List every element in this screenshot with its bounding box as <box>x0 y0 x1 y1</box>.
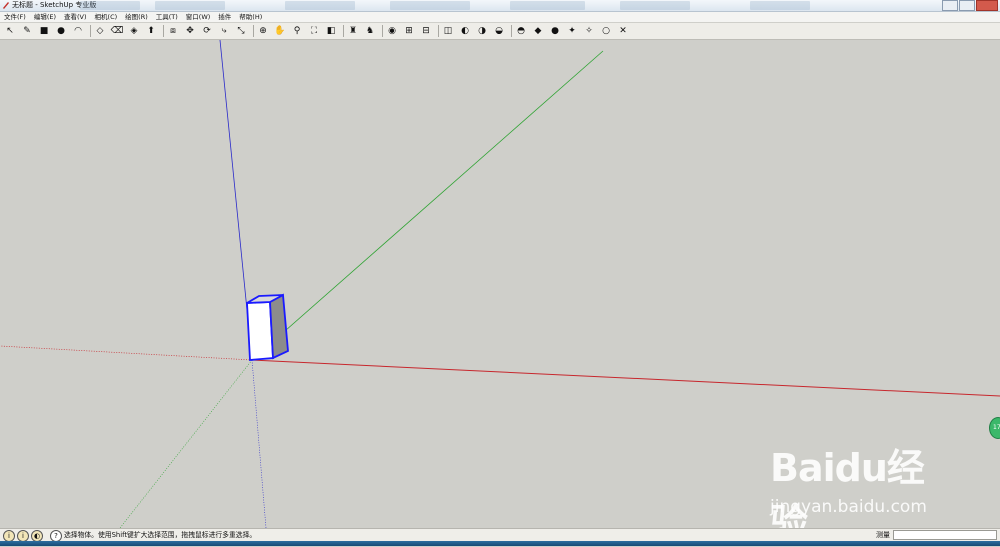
push-pull-icon[interactable]: ⬆ <box>145 25 157 37</box>
windows-taskbar <box>0 541 1000 546</box>
box-front-face <box>246 301 274 361</box>
menu-help[interactable]: 帮助(H) <box>235 12 266 22</box>
share-model-icon[interactable]: ◒ <box>493 25 505 37</box>
scale-icon[interactable]: ⤡ <box>235 25 247 37</box>
hidden-line-icon[interactable]: ○ <box>600 25 612 37</box>
status-hint: 选择物体。使用Shift键扩大选择范围，拖拽鼠标进行多重选择。 <box>64 531 257 539</box>
menu-file[interactable]: 文件(F) <box>0 12 30 22</box>
toolbar-separator <box>511 25 512 37</box>
red-axis-negative <box>0 345 253 361</box>
green-axis-positive <box>251 50 604 361</box>
axes-icon[interactable]: ✕ <box>617 25 629 37</box>
menu-camera[interactable]: 相机(C) <box>91 12 122 22</box>
toolbar-separator <box>163 25 164 37</box>
zoom-icon[interactable]: ⚲ <box>291 25 303 37</box>
baidu-watermark: Baidu经验 jingyan.baidu.com <box>770 437 950 545</box>
green-axis-negative <box>119 359 253 528</box>
move-icon[interactable]: ✥ <box>184 25 196 37</box>
toolbar-separator <box>438 25 439 37</box>
make-component-icon[interactable]: ◇ <box>94 25 106 37</box>
position-camera-icon[interactable]: ♜ <box>347 25 359 37</box>
menu-tools[interactable]: 工具(T) <box>152 12 182 22</box>
section-plane-icon[interactable]: ◫ <box>442 25 454 37</box>
menu-view[interactable]: 查看(V) <box>60 12 91 22</box>
toolbar-separator <box>382 25 383 37</box>
walk-icon[interactable]: ♞ <box>364 25 376 37</box>
menu-draw[interactable]: 绘图(R) <box>121 12 152 22</box>
follow-me-icon[interactable]: ⤷ <box>218 25 230 37</box>
window-controls <box>942 0 998 11</box>
previous-view-icon[interactable]: ◧ <box>325 25 337 37</box>
menu-window[interactable]: 窗口(W) <box>182 12 215 22</box>
menu-edit[interactable]: 编辑(E) <box>30 12 60 22</box>
google-earth-icon[interactable]: ◐ <box>459 25 471 37</box>
zoom-extents-icon[interactable]: ⛶ <box>308 25 320 37</box>
look-around-icon[interactable]: ◉ <box>386 25 398 37</box>
dimension-icon[interactable]: ⊟ <box>420 25 432 37</box>
toolbar-separator <box>253 25 254 37</box>
floating-widget-badge[interactable]: 17 <box>989 417 1000 439</box>
shadow-icon[interactable]: ✦ <box>566 25 578 37</box>
sketchup-app-icon <box>3 2 9 9</box>
main-toolbar: ↖ ✎ ■ ● ◠ ◇ ⌫ ◈ ⬆ ⧈ ✥ ⟳ ⤷ ⤡ ⊕ ✋ ⚲ ⛶ ◧ ♜ ♞ ◉ ⊞ ⊟ ◫ ◐ ◑ ◒ ◓ ◆ ● ✦ ✧ ○ ✕ <box>0 23 1000 40</box>
watermark-url: jingyan.baidu.com <box>770 497 927 517</box>
pan-hand-icon[interactable]: ✋ <box>274 25 286 37</box>
arc-icon[interactable]: ◠ <box>72 25 84 37</box>
paint-bucket-icon[interactable]: ◈ <box>128 25 140 37</box>
background-taskbar-tabs <box>60 1 810 10</box>
red-axis-positive <box>251 359 1000 397</box>
photo-texture-icon[interactable]: ◓ <box>515 25 527 37</box>
measurements-input[interactable] <box>893 530 997 540</box>
blue-axis-negative <box>251 359 267 528</box>
fog-icon[interactable]: ✧ <box>583 25 595 37</box>
box-side-face <box>269 293 289 360</box>
toolbar-separator <box>90 25 91 37</box>
menu-plugins[interactable]: 插件 <box>214 12 235 22</box>
eraser-icon[interactable]: ⌫ <box>111 25 124 37</box>
measurements-label: 测量 <box>876 531 890 539</box>
get-models-icon[interactable]: ◑ <box>476 25 488 37</box>
toolbar-separator <box>343 25 344 37</box>
selected-box-geometry[interactable] <box>246 293 289 361</box>
rectangle-icon[interactable]: ■ <box>38 25 50 37</box>
pencil-line-icon[interactable]: ✎ <box>21 25 33 37</box>
minimize-button[interactable] <box>942 0 958 11</box>
sandbox-icon[interactable]: ◆ <box>532 25 544 37</box>
offset-icon[interactable]: ⧈ <box>167 25 179 37</box>
rotate-icon[interactable]: ⟳ <box>201 25 213 37</box>
menu-bar: 文件(F) 编辑(E) 查看(V) 相机(C) 绘图(R) 工具(T) 窗口(W… <box>0 12 1000 22</box>
select-arrow-icon[interactable]: ↖ <box>4 25 16 37</box>
title-bar: 无标题 - SketchUp 专业版 <box>0 0 1000 12</box>
tape-measure-icon[interactable]: ⊞ <box>403 25 415 37</box>
sun-icon[interactable]: ● <box>549 25 561 37</box>
circle-icon[interactable]: ● <box>55 25 67 37</box>
maximize-button[interactable] <box>959 0 975 11</box>
orbit-icon[interactable]: ⊕ <box>257 25 269 37</box>
status-bar: i i ◐ ? 选择物体。使用Shift键扩大选择范围，拖拽鼠标进行多重选择。 … <box>0 528 1000 542</box>
close-button[interactable] <box>976 0 998 11</box>
